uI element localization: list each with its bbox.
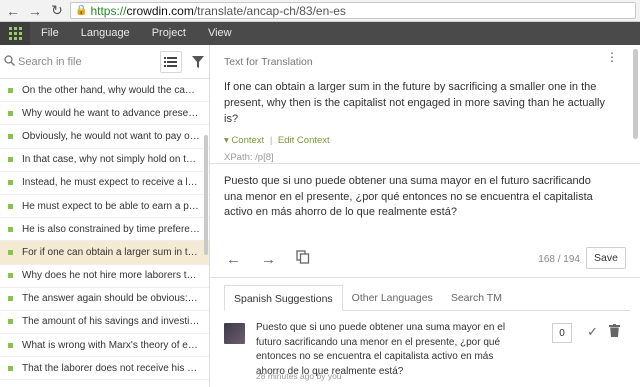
edit-context-link[interactable]: Edit Context [278,135,330,146]
browser-toolbar: ← → ↻ 🔒 https:// crowdin.com /translate/… [0,0,640,22]
source-header-label: Text for Translation [224,56,313,68]
list-item-text: Instead, he must expect to receive a lar… [22,177,200,189]
translation-toolbar: ← → 168 / 194 Save [210,241,640,277]
source-text: If one can obtain a larger sum in the fu… [224,81,605,125]
copy-source-icon[interactable] [296,250,310,268]
list-item[interactable]: He is also constrained by time preferenc… [0,218,209,242]
list-item-text: On the other hand, why would the capital… [22,84,200,96]
status-square-icon [8,226,13,232]
list-item[interactable]: For if one can obtain a larger sum in th… [0,241,209,265]
suggestion-item: Puesto que si uno puede obtener una suma… [224,321,626,385]
list-item-text: That the laborer does not receive his "f… [22,362,200,374]
reload-icon[interactable]: ↻ [48,2,66,20]
menu-project[interactable]: Project [141,22,197,45]
menu-language[interactable]: Language [70,22,141,45]
list-item[interactable]: In that case, why not simply hold on to … [0,149,209,172]
status-square-icon [8,365,13,371]
list-item[interactable]: Instead, he must expect to receive a lar… [0,172,209,195]
translation-textarea[interactable]: Puesto que si uno puede obtener una suma… [210,164,640,221]
list-item-text: What is wrong with Marx's theory of expl… [22,339,200,351]
status-square-icon [8,296,13,302]
filter-icon[interactable] [188,45,209,79]
suggestion-tabs: Spanish Suggestions Other Languages Sear… [224,285,630,311]
suggestion-meta: 28 minutes ago by you [256,371,342,381]
tab-spanish-suggestions[interactable]: Spanish Suggestions [224,285,343,311]
sidebar-search-row [0,45,209,79]
xpath-label: XPath: /p[8] [224,152,274,163]
url-scheme: https:// [90,3,127,18]
list-item-text: Why would he want to advance present goo… [22,107,200,119]
list-item-text: The answer again should be obvious: beca… [22,293,200,305]
list-item-text: For if one can obtain a larger sum in th… [22,246,200,258]
apps-grid-icon[interactable] [0,22,30,45]
list-view-icon[interactable] [160,50,182,73]
list-item[interactable]: The answer again should be obvious: beca… [0,288,209,311]
menu-view[interactable]: View [197,22,243,45]
list-item-text: Obviously, he would not want to pay out.… [22,130,200,142]
list-item[interactable]: Why does he not hire more laborers than … [0,265,209,288]
context-link[interactable]: Context [231,135,264,146]
list-item[interactable]: What is wrong with Marx's theory of expl… [0,334,209,358]
menu-file[interactable]: File [30,22,70,45]
status-square-icon [8,110,13,116]
save-button[interactable]: Save [586,247,626,269]
status-square-icon [8,203,13,209]
source-header: Text for Translation ⋮ [210,45,640,79]
list-item-text: In that case, why not simply hold on to … [22,154,200,166]
more-options-icon[interactable]: ⋮ [606,51,618,63]
avatar [224,323,245,344]
string-list: On the other hand, why would the capital… [0,79,209,381]
next-string-icon[interactable]: → [261,251,276,268]
search-icon [0,54,18,69]
status-square-icon [8,273,13,279]
status-square-icon [8,319,13,325]
approve-check-icon[interactable]: ✓ [587,324,598,340]
url-path: /translate/ancap-ch/83/en-es [193,3,346,18]
previous-string-icon[interactable]: ← [226,251,241,268]
status-square-icon [8,249,13,255]
delete-trash-icon[interactable] [609,324,620,342]
list-item-text: Why does he not hire more laborers than … [22,270,200,282]
list-item[interactable]: That the laborer does not receive his "f… [0,357,209,381]
context-row: ▾ Context | Edit Context [224,135,330,146]
list-item-text: He is also constrained by time preferenc… [22,223,200,235]
search-input[interactable] [18,55,161,68]
context-toggle-icon[interactable]: ▾ [224,135,229,146]
lock-icon: 🔒 [75,5,88,16]
status-square-icon [8,180,13,186]
list-item[interactable]: Why would he want to advance present goo… [0,102,209,126]
vote-count: 0 [552,323,572,343]
char-counter: 168 / 194 [538,254,580,265]
list-item-text: He must expect to be able to earn a prof… [22,200,200,212]
list-item[interactable]: The amount of his savings and investing.… [0,311,209,335]
list-item[interactable]: Obviously, he would not want to pay out.… [0,125,209,149]
address-bar[interactable]: 🔒 https:// crowdin.com /translate/ancap-… [70,2,636,19]
app-menubar: File Language Project View [0,22,640,45]
strings-sidebar: On the other hand, why would the capital… [0,45,210,387]
translation-editor: Puesto que si uno puede obtener una suma… [210,163,640,278]
status-square-icon [8,342,13,348]
url-domain: crowdin.com [126,3,194,18]
tab-search-tm[interactable]: Search TM [442,285,511,310]
sidebar-scrollbar[interactable] [204,135,208,255]
status-square-icon [8,157,13,163]
status-square-icon [8,87,13,93]
editor-panel: Text for Translation ⋮ If one can obtain… [210,45,640,387]
list-item[interactable]: On the other hand, why would the capital… [0,79,209,103]
list-item[interactable]: He must expect to be able to earn a prof… [0,195,209,219]
list-item-text: The amount of his savings and investing.… [22,316,200,328]
status-square-icon [8,133,13,139]
forward-arrow-icon[interactable]: → [26,2,44,20]
back-arrow-icon[interactable]: ← [4,2,22,20]
tab-other-languages[interactable]: Other Languages [343,285,442,310]
